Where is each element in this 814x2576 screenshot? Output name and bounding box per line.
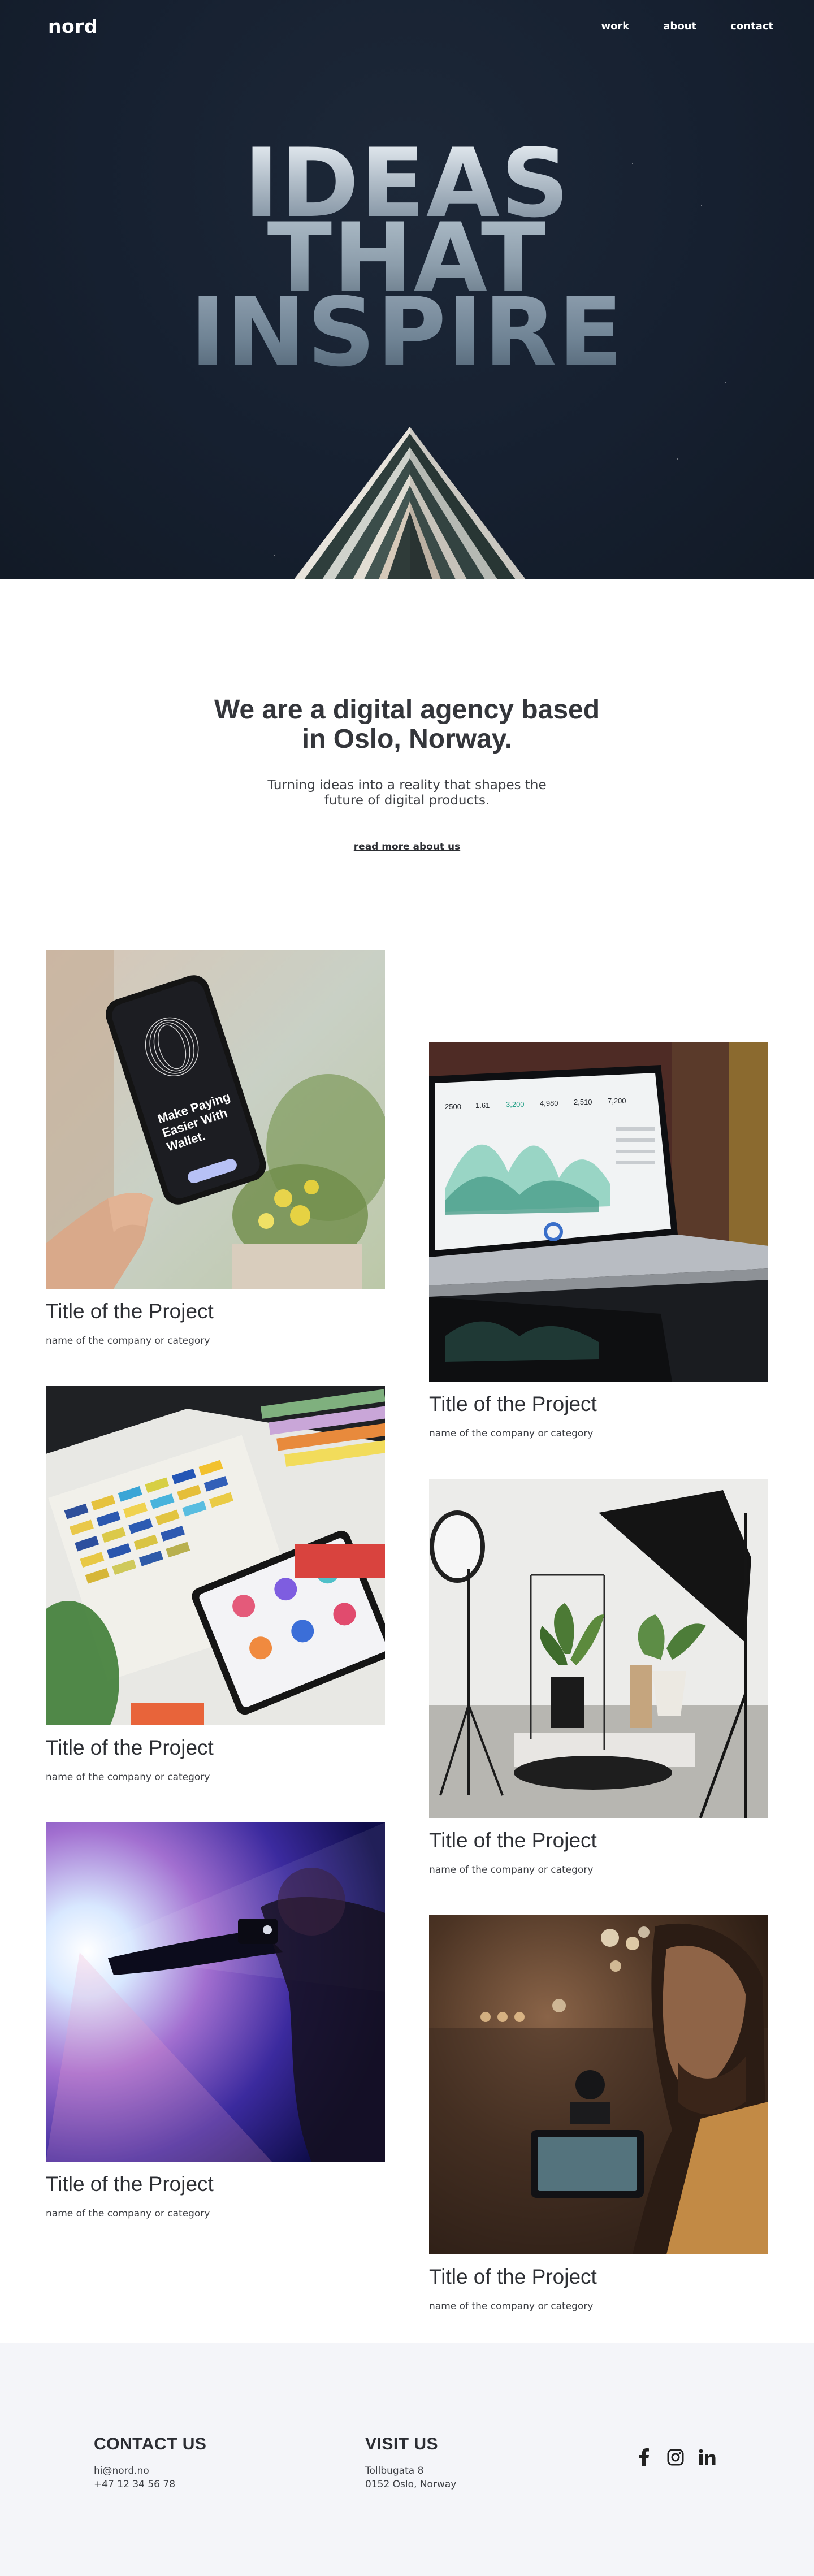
project-title[interactable]: Title of the Project bbox=[46, 1735, 385, 1760]
svg-text:4,980: 4,980 bbox=[540, 1099, 558, 1107]
visit-city: 0152 Oslo, Norway bbox=[365, 2479, 457, 2490]
project-title[interactable]: Title of the Project bbox=[429, 1392, 768, 1417]
nav-link-about[interactable]: about bbox=[663, 20, 696, 32]
project-image-phone[interactable]: Make Paying Easier With Wallet. bbox=[46, 950, 385, 1289]
project-image-laptop[interactable]: 2500 1.61 3,200 4,980 2,510 7,200 bbox=[429, 1042, 768, 1382]
svg-text:7,200: 7,200 bbox=[608, 1097, 626, 1105]
svg-text:2,510: 2,510 bbox=[574, 1098, 592, 1106]
projects-grid: Make Paying Easier With Wallet. Title of… bbox=[0, 950, 814, 2343]
svg-text:3,200: 3,200 bbox=[506, 1100, 525, 1109]
social-links bbox=[634, 2448, 717, 2467]
project-title[interactable]: Title of the Project bbox=[429, 2265, 768, 2289]
project-card[interactable]: Title of the Project name of the company… bbox=[46, 1386, 385, 1783]
about-text: Turning ideas into a reality that shapes… bbox=[267, 778, 547, 808]
contact-column: CONTACT US hi@nord.no +47 12 34 56 78 bbox=[94, 2435, 206, 2491]
nav-links: work about contact bbox=[601, 20, 773, 32]
project-title[interactable]: Title of the Project bbox=[46, 1299, 385, 1324]
hero-section: nord work about contact IDEAS THAT INSPI… bbox=[0, 0, 814, 579]
project-image-studio[interactable] bbox=[429, 1479, 768, 1818]
contact-heading: CONTACT US bbox=[94, 2435, 207, 2453]
project-title[interactable]: Title of the Project bbox=[429, 1828, 768, 1853]
project-title[interactable]: Title of the Project bbox=[46, 2172, 385, 2197]
logo[interactable]: nord bbox=[48, 15, 98, 37]
project-card[interactable]: Make Paying Easier With Wallet. Title of… bbox=[46, 950, 385, 1347]
hero-headline: IDEAS THAT INSPIRE bbox=[0, 136, 814, 380]
nav-link-contact[interactable]: contact bbox=[730, 20, 773, 32]
contact-phone[interactable]: +47 12 34 56 78 bbox=[94, 2478, 206, 2491]
svg-text:1.61: 1.61 bbox=[475, 1101, 490, 1110]
project-image-camera[interactable] bbox=[429, 1915, 768, 2254]
project-subtitle: name of the company or category bbox=[429, 1428, 594, 1439]
visit-column: VISIT US Tollbugata 8 0152 Oslo, Norway bbox=[365, 2435, 456, 2491]
project-image-swatches[interactable] bbox=[46, 1386, 385, 1725]
building-image bbox=[294, 427, 526, 579]
project-subtitle: name of the company or category bbox=[46, 1335, 210, 1347]
nav-link-work[interactable]: work bbox=[601, 20, 629, 32]
read-more-link[interactable]: read more about us bbox=[354, 841, 460, 852]
about-heading: We are a digital agency based in Oslo, N… bbox=[214, 695, 600, 754]
project-subtitle: name of the company or category bbox=[46, 2208, 210, 2219]
project-image-projector[interactable] bbox=[46, 1822, 385, 2162]
footer: CONTACT US hi@nord.no +47 12 34 56 78 VI… bbox=[0, 2343, 814, 2576]
about-section: We are a digital agency based in Oslo, N… bbox=[0, 579, 814, 950]
facebook-icon[interactable] bbox=[634, 2448, 653, 2467]
visit-heading: VISIT US bbox=[365, 2435, 439, 2453]
project-card[interactable]: Title of the Project name of the company… bbox=[46, 1822, 385, 2219]
top-nav: nord work about contact bbox=[0, 0, 814, 52]
linkedin-icon[interactable] bbox=[698, 2448, 717, 2467]
instagram-icon[interactable] bbox=[666, 2448, 685, 2467]
project-subtitle: name of the company or category bbox=[429, 2301, 594, 2312]
project-card[interactable]: Title of the Project name of the company… bbox=[429, 1479, 768, 1876]
project-card[interactable]: 2500 1.61 3,200 4,980 2,510 7,200 Title of t… bbox=[429, 1042, 768, 1439]
svg-text:2500: 2500 bbox=[445, 1102, 461, 1111]
contact-email[interactable]: hi@nord.no bbox=[94, 2464, 206, 2478]
project-subtitle: name of the company or category bbox=[46, 1772, 210, 1783]
visit-street: Tollbugata 8 bbox=[365, 2465, 424, 2477]
project-card[interactable]: Title of the Project name of the company… bbox=[429, 1915, 768, 2312]
headline-line-3: INSPIRE bbox=[0, 285, 814, 380]
project-subtitle: name of the company or category bbox=[429, 1864, 594, 1876]
